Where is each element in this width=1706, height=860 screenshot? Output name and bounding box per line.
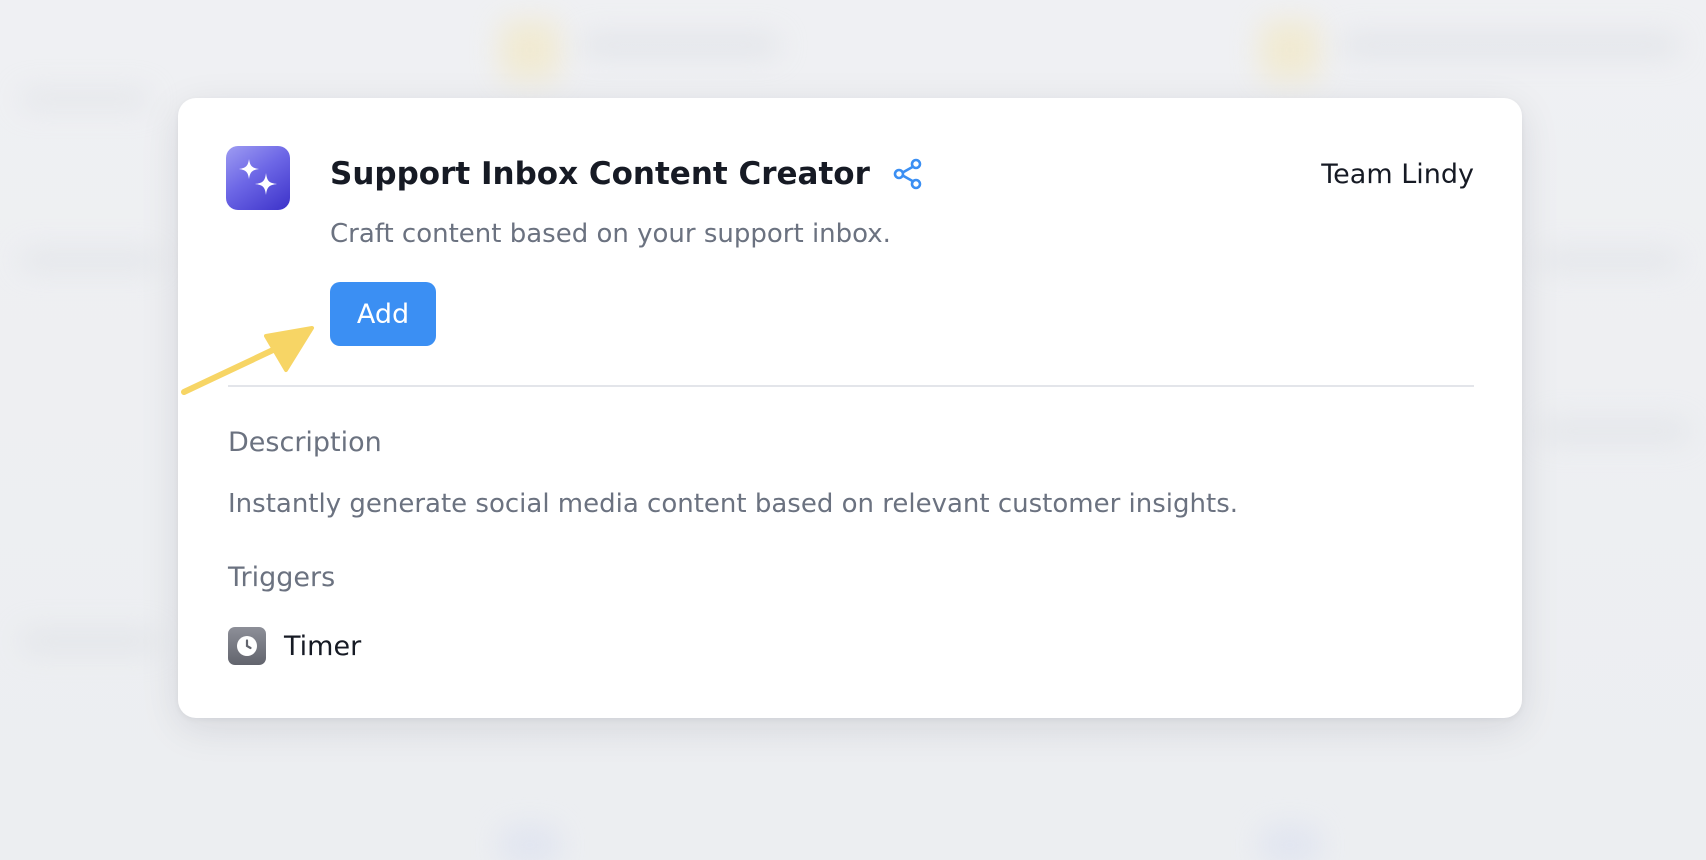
- description-text: Instantly generate social media content …: [228, 489, 1239, 519]
- add-button[interactable]: Add: [330, 282, 436, 346]
- blurred-bg-tile: [1540, 420, 1690, 442]
- template-title: Support Inbox Content Creator: [330, 156, 870, 192]
- blurred-bg-tile: [1260, 20, 1320, 80]
- triggers-heading: Triggers: [228, 561, 336, 593]
- blurred-bg-tile: [20, 630, 160, 652]
- blurred-bg-tile: [580, 34, 780, 56]
- divider: [228, 385, 1474, 387]
- blurred-bg-tile: [500, 20, 560, 80]
- title-row: Support Inbox Content Creator: [330, 152, 924, 196]
- blurred-bg-tile: [20, 90, 150, 108]
- description-heading: Description: [228, 426, 382, 458]
- share-icon[interactable]: [892, 158, 924, 190]
- blurred-bg-tile: [20, 250, 160, 270]
- blurred-bg-tile: [1540, 250, 1680, 270]
- blurred-bg-tile: [1260, 825, 1320, 860]
- template-subtitle: Craft content based on your support inbo…: [330, 219, 891, 249]
- agent-template-card: Support Inbox Content Creator Team Lindy…: [178, 98, 1522, 718]
- blurred-bg-tile: [1340, 34, 1680, 56]
- trigger-item: Timer: [228, 626, 361, 666]
- author-name: Team Lindy: [1321, 158, 1474, 190]
- trigger-label: Timer: [284, 630, 362, 662]
- sparkles-icon: [226, 146, 290, 210]
- clock-icon: [228, 627, 266, 665]
- blurred-bg-tile: [500, 825, 560, 860]
